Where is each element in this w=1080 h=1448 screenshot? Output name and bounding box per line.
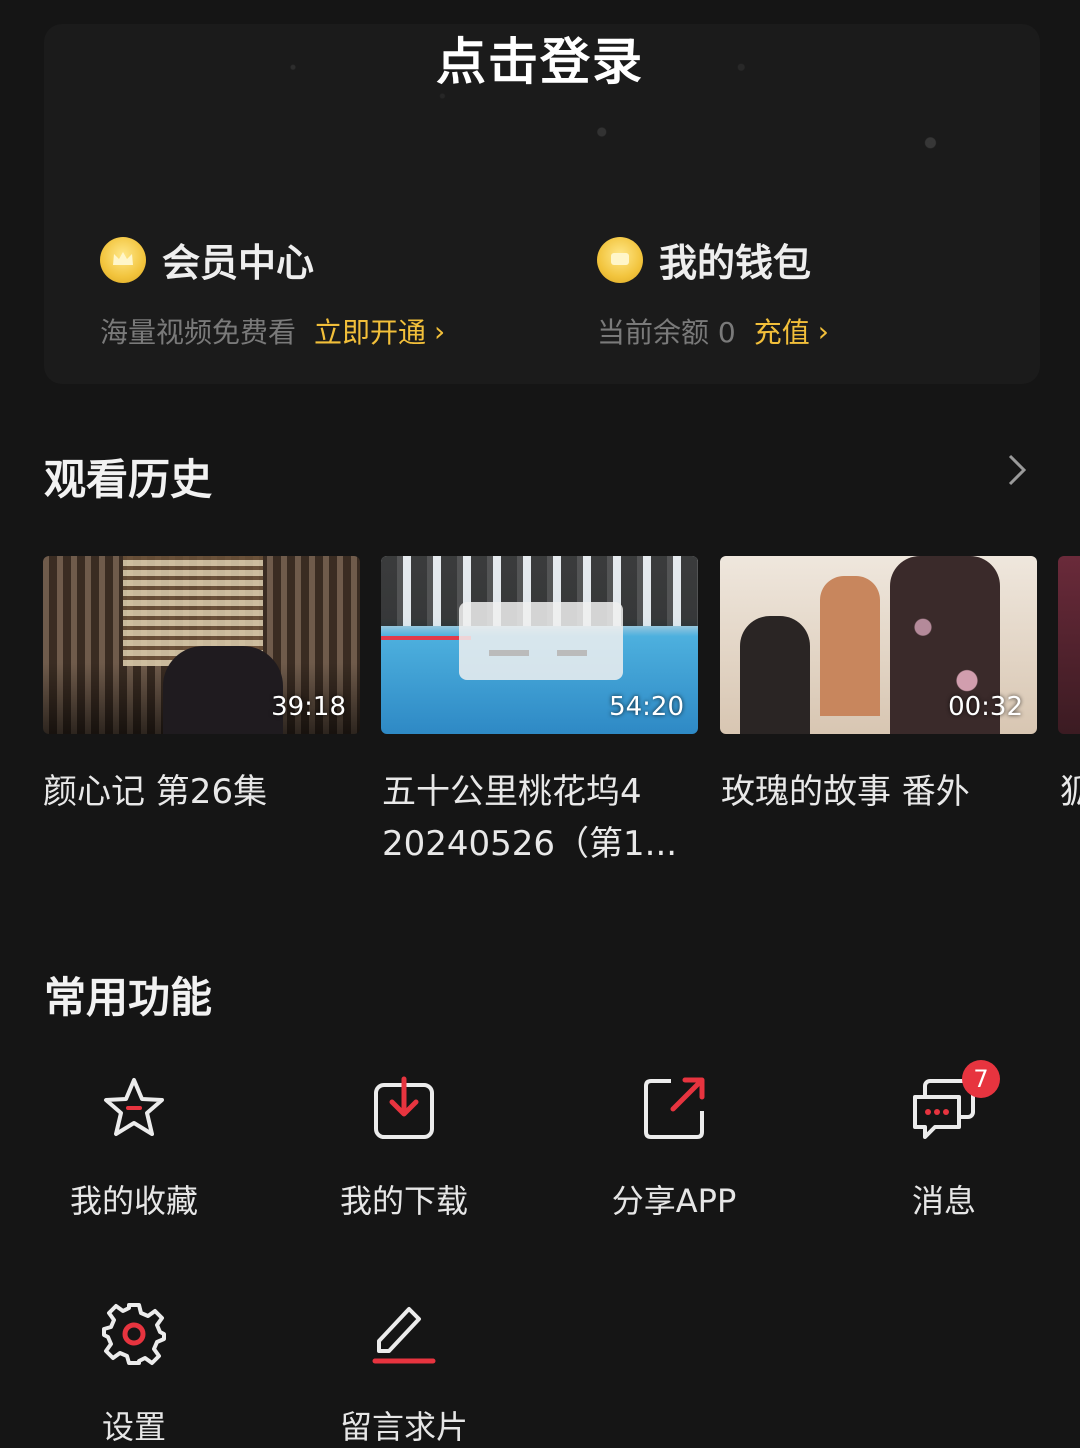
member-center-subtitle: 海量视频免费看 <box>100 316 297 349</box>
recharge-link[interactable]: 充值 › <box>754 311 829 351</box>
wallet-entry[interactable]: 我的钱包 当前余额 0 充值 › <box>597 232 829 351</box>
downloads-label: 我的下载 <box>339 1182 468 1220</box>
login-button[interactable]: 点击登录 <box>0 22 1080 94</box>
gear-icon <box>34 1298 234 1370</box>
wallet-title: 我的钱包 <box>659 241 812 285</box>
share-app-label: 分享APP <box>611 1182 737 1220</box>
history-thumbnail[interactable]: 54:20 <box>381 556 698 734</box>
downloads-button[interactable]: 我的下载 <box>304 1072 504 1222</box>
video-duration: 00:32 <box>948 692 1023 722</box>
request-movie-button[interactable]: 留言求片 <box>304 1298 504 1448</box>
history-thumbnail[interactable]: 00:32 <box>720 556 1037 734</box>
unread-badge: 7 <box>962 1060 1000 1098</box>
history-video-title[interactable]: 颜心记 第26集 <box>43 766 363 818</box>
share-app-button[interactable]: 分享APP <box>574 1072 774 1222</box>
history-video-title[interactable]: 玫瑰的故事 番外 <box>721 766 1041 818</box>
chevron-right-icon: › <box>434 314 446 348</box>
message-icon: 7 <box>844 1060 1044 1144</box>
star-icon <box>34 1072 234 1144</box>
history-video-title[interactable]: 狐篇 <box>1060 766 1080 818</box>
messages-label: 消息 <box>911 1182 976 1220</box>
history-more-icon[interactable] <box>1000 452 1032 492</box>
download-icon <box>304 1072 504 1144</box>
video-duration: 54:20 <box>609 692 684 722</box>
settings-button[interactable]: 设置 <box>34 1298 234 1448</box>
chevron-right-icon: › <box>817 314 829 348</box>
history-thumbnail[interactable]: 39:18 <box>43 556 360 734</box>
request-movie-label: 留言求片 <box>339 1408 468 1446</box>
functions-title: 常用功能 <box>44 973 213 1022</box>
member-center-entry[interactable]: 会员中心 海量视频免费看 立即开通 › <box>100 232 445 351</box>
video-duration: 39:18 <box>271 692 346 722</box>
history-video-title[interactable]: 五十公里桃花坞4 20240526（第1... <box>382 766 702 870</box>
share-icon <box>574 1072 774 1144</box>
member-open-link[interactable]: 立即开通 › <box>314 311 445 351</box>
wallet-coin-icon <box>597 236 643 283</box>
history-title: 观看历史 <box>44 455 213 504</box>
crown-coin-icon <box>100 236 146 283</box>
messages-button[interactable]: 7 消息 <box>844 1060 1044 1222</box>
edit-icon <box>304 1298 504 1370</box>
history-thumbnail[interactable] <box>1058 556 1080 734</box>
settings-label: 设置 <box>101 1408 166 1446</box>
favorites-label: 我的收藏 <box>69 1182 198 1220</box>
member-center-title: 会员中心 <box>162 241 315 285</box>
favorites-button[interactable]: 我的收藏 <box>34 1072 234 1222</box>
wallet-balance: 当前余额 0 <box>597 316 736 349</box>
